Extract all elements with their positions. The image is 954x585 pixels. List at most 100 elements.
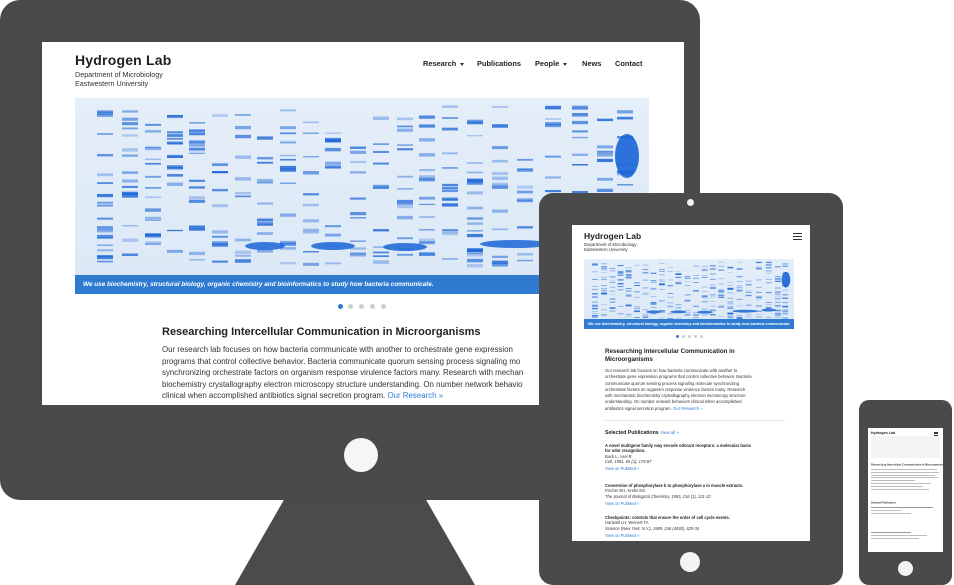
nav-contact[interactable]: Contact	[615, 59, 643, 68]
gel-band	[97, 226, 113, 230]
gel-band	[545, 118, 561, 120]
gel-band	[642, 279, 649, 281]
pubmed-link[interactable]: View on PubMed »	[605, 501, 743, 506]
carousel-dot-2[interactable]	[682, 335, 685, 338]
monitor-power-button	[344, 438, 378, 472]
gel-band	[350, 217, 366, 219]
carousel-dot-2[interactable]	[348, 304, 353, 309]
gel-band	[350, 150, 366, 154]
nav-publications[interactable]: Publications	[477, 59, 521, 68]
carousel-dot-1[interactable]	[338, 304, 343, 309]
gel-band	[592, 271, 598, 273]
gel-band	[492, 159, 508, 163]
gel-band	[122, 179, 138, 183]
hamburger-menu-icon[interactable]	[934, 432, 938, 436]
gel-band	[189, 129, 205, 131]
department-label: Department of Microbiology	[75, 70, 163, 79]
gel-band	[303, 203, 319, 207]
pubmed-link[interactable]: View on PubMed »	[605, 466, 751, 471]
gel-band	[122, 238, 138, 242]
gel-band	[718, 283, 725, 285]
gel-band	[97, 204, 113, 207]
gel-band	[257, 161, 273, 164]
gel-band	[592, 301, 598, 303]
gel-band	[419, 229, 435, 231]
gel-band	[492, 255, 508, 258]
gel-band	[634, 308, 640, 309]
view-all-link[interactable]: View all »	[660, 430, 679, 435]
hero-carousel[interactable]	[871, 436, 940, 458]
carousel-dot-4[interactable]	[694, 335, 697, 338]
gel-band	[419, 175, 435, 179]
gel-band	[765, 270, 772, 272]
gel-band	[642, 264, 649, 266]
nav-people[interactable]: People	[535, 59, 568, 68]
gel-band	[167, 229, 183, 232]
gel-band	[745, 316, 752, 318]
gel-band	[467, 121, 483, 125]
gel-band	[189, 152, 205, 155]
gel-band	[709, 286, 716, 288]
gel-band	[617, 265, 624, 266]
nav-news[interactable]: News	[582, 59, 601, 68]
gel-band	[303, 193, 319, 196]
carousel-dot-5[interactable]	[381, 304, 386, 309]
gel-band	[235, 125, 251, 130]
gel-band	[782, 263, 789, 265]
gel-band	[325, 137, 341, 141]
gel-band	[597, 150, 613, 154]
section-divider	[605, 420, 785, 421]
our-research-link[interactable]: Our Research »	[673, 406, 703, 411]
pubmed-link[interactable]: View on PubMed »	[605, 533, 730, 538]
carousel-dot-4[interactable]	[370, 304, 375, 309]
gel-band	[709, 268, 716, 270]
gel-band	[189, 196, 205, 200]
gel-band	[97, 201, 113, 204]
site-title[interactable]: Hydrogen Lab	[584, 231, 641, 241]
gel-band	[592, 304, 598, 307]
gel-band	[303, 170, 319, 175]
intro-paragraph	[871, 483, 939, 491]
gel-band	[755, 314, 762, 315]
gel-band	[145, 208, 161, 212]
gel-band	[718, 265, 725, 267]
gel-band	[467, 217, 483, 220]
gel-band	[303, 156, 319, 158]
gel-band	[492, 124, 508, 128]
gel-band	[397, 117, 413, 121]
gel-band	[675, 282, 682, 284]
gel-band	[765, 316, 772, 319]
gel-band	[97, 153, 113, 157]
gel-band	[675, 276, 682, 279]
gel-band	[736, 298, 743, 301]
carousel-dot-1[interactable]	[676, 335, 679, 338]
gel-band	[755, 261, 762, 264]
gel-band	[212, 163, 228, 167]
nav-research[interactable]: Research	[423, 59, 465, 68]
publications-heading: Selected Publications	[871, 501, 896, 505]
site-title[interactable]: Hydrogen Lab	[75, 52, 172, 68]
gel-band	[350, 240, 366, 242]
our-research-link[interactable]: Our Research »	[387, 391, 443, 400]
gel-band	[257, 156, 273, 160]
gel-band	[325, 233, 341, 237]
gel-band	[625, 294, 632, 296]
carousel-dot-3[interactable]	[359, 304, 364, 309]
hero-carousel[interactable]: We use biochemistry, structural biology,…	[584, 259, 794, 329]
site-title[interactable]: Hydrogen Lab	[871, 431, 895, 435]
gel-band	[774, 291, 781, 293]
gel-band	[718, 278, 725, 280]
carousel-dot-3[interactable]	[688, 335, 691, 338]
gel-band	[718, 306, 725, 308]
gel-band	[684, 276, 691, 278]
gel-band	[774, 266, 781, 268]
carousel-dot-5[interactable]	[700, 335, 703, 338]
gel-band	[642, 316, 649, 318]
gel-band	[625, 271, 632, 273]
hamburger-menu-icon[interactable]	[793, 233, 802, 241]
gel-band	[257, 218, 273, 222]
main-heading: Researching Intercellular Communication …	[605, 348, 735, 364]
gel-band	[592, 308, 598, 310]
gel-band	[736, 268, 743, 270]
gel-band	[97, 110, 113, 114]
